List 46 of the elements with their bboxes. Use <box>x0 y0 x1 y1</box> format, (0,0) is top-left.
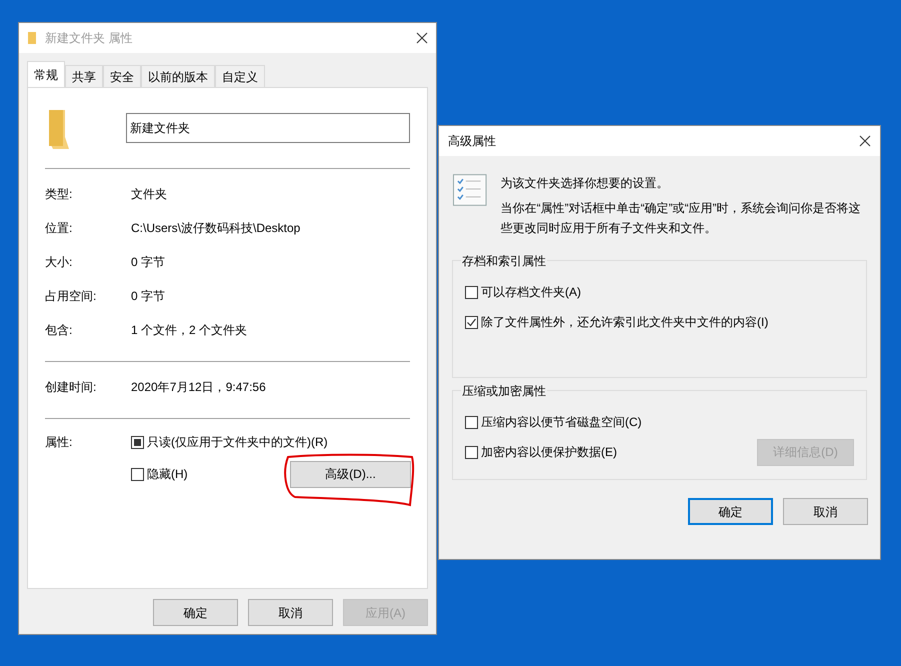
advanced-button[interactable]: 高级(D)... <box>290 460 411 488</box>
checkbox-label: 隐藏(H) <box>147 466 188 483</box>
checkbox[interactable] <box>465 416 478 428</box>
checkbox-label: 加密内容以便保护数据(E) <box>481 444 617 461</box>
property-label: 类型: <box>45 186 74 203</box>
dialog-title: 高级属性 <box>448 133 497 150</box>
tab[interactable]: 常规 <box>27 61 65 87</box>
dialog-button[interactable]: 取消 <box>248 599 333 626</box>
close-icon[interactable] <box>859 135 871 147</box>
checkbox-label: 只读(仅应用于文件夹中的文件)(R) <box>147 434 328 451</box>
checkbox[interactable] <box>131 436 144 448</box>
property-value: 2020年7月12日，9:47:56 <box>131 379 266 396</box>
attributes-label: 属性: <box>45 434 74 451</box>
property-label: 创建时间: <box>45 379 98 396</box>
checkbox[interactable] <box>465 286 478 298</box>
folder-icon <box>27 31 37 45</box>
name-field[interactable]: 新建文件夹 <box>126 113 410 143</box>
checkbox-label: 压缩内容以便节省磁盘空间(C) <box>481 414 642 431</box>
intro-text: 为该文件夹选择你想要的设置。 <box>500 175 670 192</box>
property-label: 占用空间: <box>45 288 98 305</box>
dialog-button[interactable]: 确定 <box>688 498 773 525</box>
property-label: 大小: <box>45 254 74 271</box>
property-value: 1 个文件，2 个文件夹 <box>131 322 248 339</box>
tab[interactable]: 自定义 <box>215 65 265 87</box>
property-value: 0 字节 <box>131 288 166 305</box>
dialog-button[interactable]: 取消 <box>783 498 868 525</box>
checkbox-label: 除了文件属性外，还允许索引此文件夹中文件的内容(I) <box>481 314 768 331</box>
checkbox[interactable] <box>131 468 144 480</box>
tab[interactable]: 安全 <box>103 65 141 87</box>
checkbox[interactable] <box>465 316 478 328</box>
tab[interactable]: 以前的版本 <box>141 65 215 87</box>
dialog-button[interactable]: 确定 <box>153 599 238 626</box>
property-value: 文件夹 <box>131 186 167 203</box>
property-value: C:\Users\波仔数码科技\Desktop <box>131 220 300 237</box>
note-text: 当你在“属性”对话框中单击“确定”或“应用”时，系统会询问你是否将这些更改同时应用于所有子文件夹和文件。 <box>500 200 862 237</box>
property-label: 包含: <box>45 322 74 339</box>
checkbox[interactable] <box>465 446 478 458</box>
property-value: 0 字节 <box>131 254 166 271</box>
group-title: 压缩或加密属性 <box>461 382 547 400</box>
checklist-icon <box>453 174 487 206</box>
group-title: 存档和索引属性 <box>461 252 547 270</box>
window-title: 新建文件夹 属性 <box>45 30 134 47</box>
checkbox-label: 可以存档文件夹(A) <box>481 284 581 301</box>
property-label: 位置: <box>45 220 74 237</box>
close-icon[interactable] <box>416 32 428 44</box>
tab[interactable]: 共享 <box>65 65 103 87</box>
